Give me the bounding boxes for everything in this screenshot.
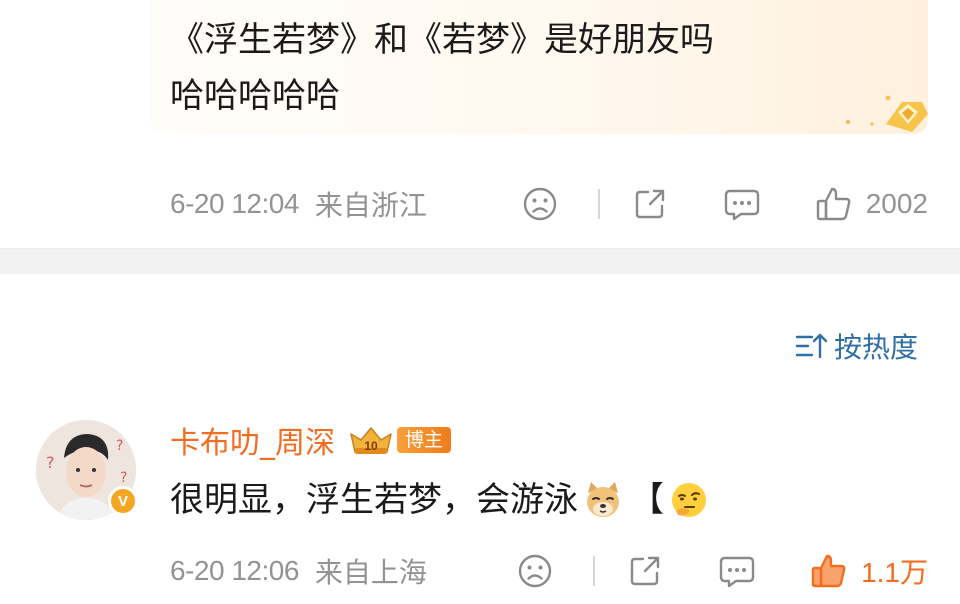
comment-top: 《浮生若梦》和《若梦》是好朋友吗 哈哈哈哈哈 6-20 12:04 来自浙江 2… (0, 0, 960, 248)
sort-label: 按热度 (833, 331, 918, 364)
comment-actions: 2002 (520, 184, 928, 224)
share-icon[interactable] (625, 551, 665, 591)
comment-icon[interactable] (722, 184, 762, 224)
comment-meta-row-2: 6-20 12:06 来自上海 1.1万 (170, 551, 928, 591)
comment-actions: 1.1万 (515, 551, 928, 591)
svg-text:?: ? (120, 470, 127, 486)
comment-text-bracket: 【 (630, 480, 664, 520)
like-count: 1.1万 (861, 557, 928, 588)
blogger-tag: 博主 (397, 427, 452, 453)
sort-by-hot-button[interactable]: 按热度 (794, 326, 918, 366)
comment-location: 来自浙江 (314, 189, 427, 222)
comment-location: 来自上海 (314, 556, 427, 589)
thumbs-up-icon-liked[interactable] (809, 551, 849, 591)
like-count: 2002 (865, 188, 928, 219)
svg-text:?: ? (116, 438, 123, 454)
doge-emoji-icon (587, 482, 619, 517)
comment-text-body: 很明显，浮生若梦，会游泳 (170, 480, 578, 520)
comment-meta-row: 6-20 12:04 来自浙江 2002 (170, 184, 928, 224)
section-divider (0, 248, 960, 274)
comment-time: 6-20 12:06 (170, 555, 299, 586)
comment-text: 《浮生若梦》和《若梦》是好朋友吗 哈哈哈哈哈 (170, 12, 890, 124)
comment-text-bubble[interactable]: 《浮生若梦》和《若梦》是好朋友吗 哈哈哈哈哈 (150, 0, 928, 134)
action-divider (597, 189, 600, 219)
sad-face-icon[interactable] (515, 551, 555, 591)
fan-level-number: 10 (364, 439, 378, 453)
svg-text:?: ? (46, 453, 55, 472)
thumbs-up-icon[interactable] (814, 184, 854, 224)
share-icon[interactable] (630, 184, 670, 224)
comment-text-line-1: 《浮生若梦》和《若梦》是好朋友吗 (170, 20, 714, 60)
fan-level-badge: 10 博主 (347, 424, 452, 456)
comment-author-row: 卡布叻_周深 10 博主 (170, 418, 452, 462)
comment-icon[interactable] (717, 551, 757, 591)
avatar[interactable]: ? ? ? V (36, 420, 138, 520)
comment-time: 6-20 12:04 (170, 188, 299, 219)
crown-level-icon: 10 (350, 427, 392, 454)
verified-badge: V (108, 486, 138, 516)
comment-text[interactable]: 很明显，浮生若梦，会游泳 【 (170, 472, 710, 528)
fan-badge-icon (846, 95, 928, 132)
thinking-emoji-icon (672, 483, 706, 517)
action-divider (593, 556, 596, 586)
sort-icon (795, 333, 828, 359)
sad-face-icon[interactable] (520, 184, 560, 224)
comment-text-line-2: 哈哈哈哈哈 (170, 76, 340, 116)
comment-username[interactable]: 卡布叻_周深 (170, 418, 335, 462)
